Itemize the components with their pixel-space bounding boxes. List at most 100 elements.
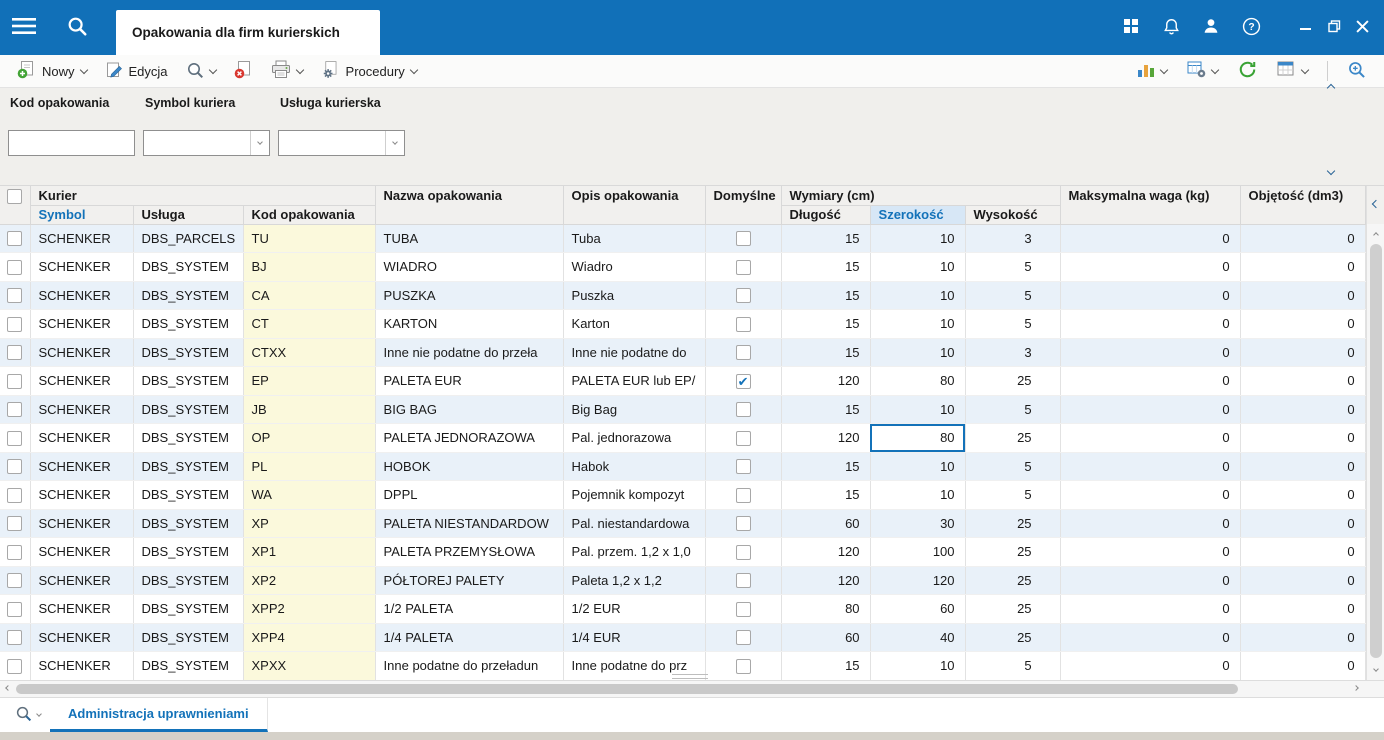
cell-wysokosc[interactable]: 3 (965, 224, 1061, 253)
cell-opis[interactable]: Habok (563, 452, 706, 481)
hamburger-menu-button[interactable] (0, 0, 48, 55)
default-checkbox[interactable] (735, 231, 751, 247)
cell-wysokosc[interactable]: 3 (965, 338, 1061, 367)
cell-opis[interactable]: Pojemnik kompozyt (563, 480, 706, 510)
cell-usluga[interactable]: DBS_SYSTEM (133, 423, 244, 453)
cell-domyslne[interactable] (705, 281, 782, 310)
cell-symbol[interactable]: SCHENKER (30, 338, 134, 367)
cell-waga[interactable]: 0 (1060, 566, 1241, 595)
cell-symbol[interactable]: SCHENKER (30, 252, 134, 282)
cell-usluga[interactable]: DBS_SYSTEM (133, 366, 244, 396)
cell-opis[interactable]: Karton (563, 309, 706, 339)
delete-button[interactable] (227, 57, 260, 85)
minimize-button[interactable] (1294, 8, 1318, 48)
cell-wysokosc[interactable]: 5 (965, 395, 1061, 424)
cell-usluga[interactable]: DBS_SYSTEM (133, 651, 244, 681)
cell-objetosc[interactable]: 0 (1240, 566, 1366, 595)
row-checkbox[interactable] (7, 345, 23, 361)
refresh-button[interactable] (1231, 57, 1264, 85)
table-row[interactable]: SCHENKER DBS_SYSTEM BJ WIADRO Wiadro 15 … (0, 252, 1366, 282)
cell-opis[interactable]: PALETA EUR lub EP/ (563, 366, 706, 396)
cell-usluga[interactable]: DBS_SYSTEM (133, 480, 244, 510)
global-search-button[interactable] (48, 0, 106, 55)
apps-grid-button[interactable] (1116, 8, 1146, 48)
cell-waga[interactable]: 0 (1060, 395, 1241, 424)
column-group-wymiary[interactable]: Wymiary (cm) (781, 186, 1061, 206)
cell-symbol[interactable]: SCHENKER (30, 623, 134, 652)
cell-waga[interactable]: 0 (1060, 281, 1241, 310)
edit-button[interactable]: Edycja (98, 58, 175, 85)
help-button[interactable]: ? (1236, 8, 1266, 48)
scroll-down-button[interactable] (1367, 662, 1384, 678)
cell-kod[interactable]: CA (243, 281, 376, 310)
cell-waga[interactable]: 0 (1060, 537, 1241, 567)
cell-szerokosc[interactable]: 80 (870, 423, 966, 453)
bottom-search-button[interactable] (6, 698, 50, 732)
default-checkbox[interactable] (735, 316, 751, 332)
column-header-dlugosc[interactable]: Długość (781, 205, 871, 225)
cell-kod[interactable]: BJ (243, 252, 376, 282)
cell-dlugosc[interactable]: 15 (781, 452, 871, 481)
row-checkbox[interactable] (7, 459, 23, 475)
row-checkbox[interactable] (7, 231, 23, 247)
cell-nazwa[interactable]: HOBOK (375, 452, 564, 481)
row-checkbox[interactable] (7, 316, 23, 332)
cell-objetosc[interactable]: 0 (1240, 281, 1366, 310)
default-checkbox[interactable] (735, 573, 751, 589)
side-panel-collapse-button[interactable] (1366, 186, 1384, 224)
cell-domyslne[interactable] (705, 537, 782, 567)
maximize-button[interactable] (1322, 8, 1346, 48)
cell-domyslne[interactable] (705, 509, 782, 538)
column-header-kod[interactable]: Kod opakowania (243, 205, 376, 225)
default-checkbox[interactable] (735, 459, 751, 475)
cell-kod[interactable]: XPP4 (243, 623, 376, 652)
cell-opis[interactable]: Paleta 1,2 x 1,2 (563, 566, 706, 595)
cell-domyslne[interactable] (705, 309, 782, 339)
print-button[interactable] (264, 57, 310, 85)
table-row[interactable]: SCHENKER DBS_SYSTEM XP2 PÓŁTOREJ PALETY … (0, 566, 1366, 595)
cell-waga[interactable]: 0 (1060, 509, 1241, 538)
cell-domyslne[interactable] (705, 224, 782, 253)
cell-waga[interactable]: 0 (1060, 594, 1241, 624)
cell-dlugosc[interactable]: 120 (781, 366, 871, 396)
cell-kod[interactable]: XPP2 (243, 594, 376, 624)
column-header-nazwa[interactable]: Nazwa opakowania (375, 186, 564, 225)
cell-szerokosc[interactable]: 10 (870, 395, 966, 424)
cell-wysokosc[interactable]: 5 (965, 452, 1061, 481)
cell-domyslne[interactable] (705, 594, 782, 624)
table-row[interactable]: SCHENKER DBS_SYSTEM XP PALETA NIESTANDAR… (0, 509, 1366, 538)
cell-symbol[interactable]: SCHENKER (30, 452, 134, 481)
cell-szerokosc[interactable]: 40 (870, 623, 966, 652)
cell-domyslne[interactable] (705, 395, 782, 424)
zoom-search-button[interactable] (1340, 57, 1374, 86)
scroll-left-button[interactable] (0, 681, 16, 697)
cell-usluga[interactable]: DBS_SYSTEM (133, 252, 244, 282)
cell-nazwa[interactable]: Inne podatne do przeładun (375, 651, 564, 681)
cell-nazwa[interactable]: PALETA JEDNORAZOWA (375, 423, 564, 453)
cell-opis[interactable]: Wiadro (563, 252, 706, 282)
document-tab[interactable]: Opakowania dla firm kurierskich (116, 10, 380, 55)
cell-wysokosc[interactable]: 25 (965, 537, 1061, 567)
cell-objetosc[interactable]: 0 (1240, 623, 1366, 652)
splitter-grip[interactable] (672, 674, 708, 679)
cell-nazwa[interactable]: 1/4 PALETA (375, 623, 564, 652)
default-checkbox[interactable] (735, 516, 751, 532)
cell-opis[interactable]: Pal. przem. 1,2 x 1,0 (563, 537, 706, 567)
row-checkbox[interactable] (7, 573, 23, 589)
cell-usluga[interactable]: DBS_SYSTEM (133, 338, 244, 367)
cell-wysokosc[interactable]: 5 (965, 651, 1061, 681)
analysis-button[interactable] (1180, 58, 1225, 84)
cell-wysokosc[interactable]: 25 (965, 623, 1061, 652)
default-checkbox[interactable] (735, 373, 751, 390)
column-header-opis[interactable]: Opis opakowania (563, 186, 706, 225)
cell-dlugosc[interactable]: 15 (781, 395, 871, 424)
cell-dlugosc[interactable]: 15 (781, 480, 871, 510)
cell-domyslne[interactable] (705, 623, 782, 652)
cell-szerokosc[interactable]: 60 (870, 594, 966, 624)
cell-usluga[interactable]: DBS_SYSTEM (133, 594, 244, 624)
cell-objetosc[interactable]: 0 (1240, 338, 1366, 367)
cell-symbol[interactable]: SCHENKER (30, 651, 134, 681)
row-checkbox[interactable] (7, 516, 23, 532)
default-checkbox[interactable] (735, 630, 751, 646)
table-row[interactable]: SCHENKER DBS_SYSTEM CTXX Inne nie podatn… (0, 338, 1366, 367)
